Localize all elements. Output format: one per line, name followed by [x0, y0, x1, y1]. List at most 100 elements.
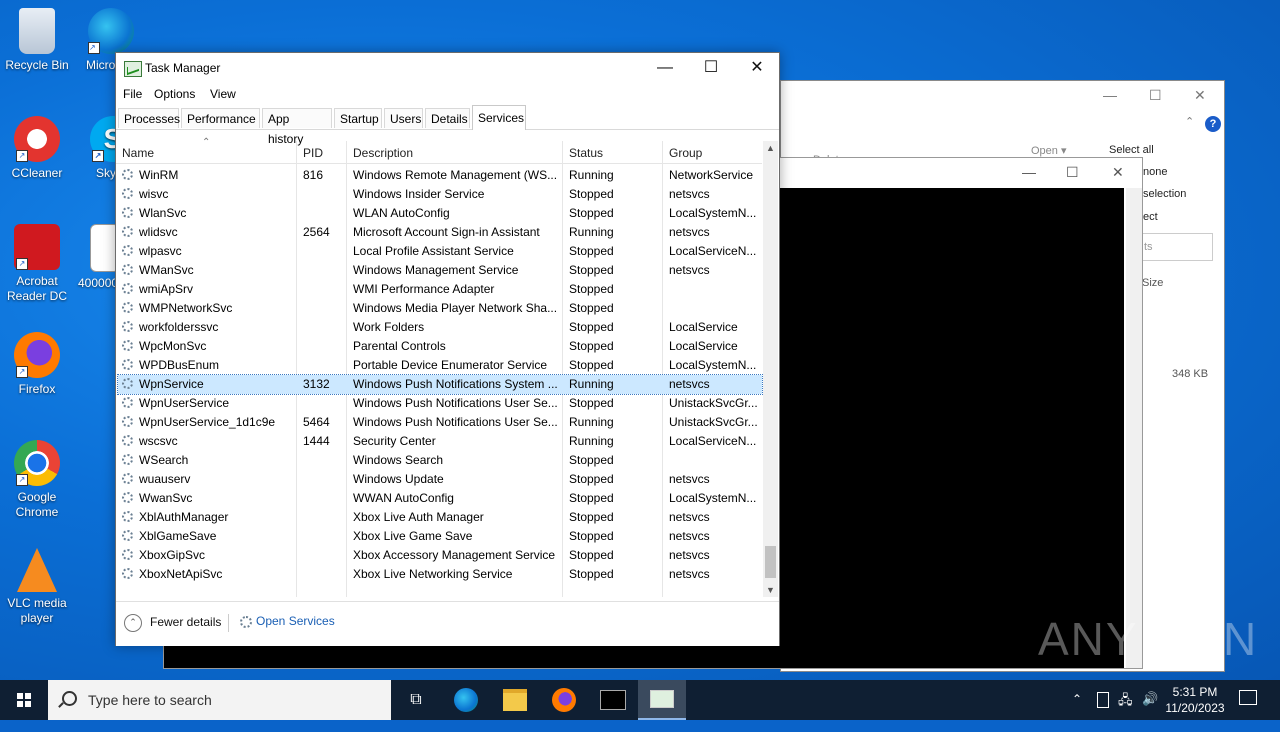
- network-icon[interactable]: 🖧: [1118, 691, 1133, 731]
- select-all-button[interactable]: Select all: [1109, 144, 1154, 156]
- minimize-button[interactable]: —: [642, 53, 688, 83]
- service-gear-icon: [122, 302, 133, 313]
- desktop-icon-firefox[interactable]: ↗ Firefox: [0, 332, 74, 397]
- task-manager-icon: [124, 61, 142, 77]
- table-row[interactable]: workfolderssvc Work Folders Stopped LocalSe…: [118, 318, 762, 337]
- table-row[interactable]: wlidsvc 2564 Microsoft Account Sign-in Ass…: [118, 223, 762, 242]
- table-row[interactable]: XboxGipSvc Xbox Accessory Management Serv…: [118, 546, 762, 565]
- cell-description: Windows Push Notifications System ...: [353, 377, 558, 391]
- table-row[interactable]: XboxNetApiSvc Xbox Live Networking Servic…: [118, 565, 762, 584]
- table-row[interactable]: wmiApSrv WMI Performance Adapter Stopped: [118, 280, 762, 299]
- chrome-icon: ↗: [14, 440, 60, 486]
- menu-options[interactable]: Options: [154, 87, 195, 101]
- cell-name: WwanSvc: [139, 491, 193, 505]
- cell-description: WMI Performance Adapter: [353, 282, 495, 296]
- start-button[interactable]: [0, 680, 48, 720]
- cell-group: LocalServiceN...: [669, 434, 757, 448]
- scroll-up-icon[interactable]: ▲: [763, 143, 778, 153]
- chevron-up-icon[interactable]: ⌃: [1185, 115, 1194, 128]
- close-icon[interactable]: ✕: [1112, 164, 1124, 181]
- title-bar[interactable]: Task Manager — ☐ ✕: [116, 53, 779, 83]
- clock[interactable]: 5:31 PM 11/20/2023: [1160, 684, 1230, 716]
- open-services-link[interactable]: Open Services: [256, 614, 335, 628]
- invert-selection-button[interactable]: selection: [1143, 188, 1186, 200]
- service-gear-icon: [122, 169, 133, 180]
- table-row[interactable]: XblAuthManager Xbox Live Auth Manager Stop…: [118, 508, 762, 527]
- menu-view[interactable]: View: [210, 87, 236, 101]
- table-row[interactable]: WPDBusEnum Portable Device Enumerator Ser…: [118, 356, 762, 375]
- task-view-button[interactable]: ⧉: [392, 680, 440, 720]
- tab-startup[interactable]: Startup: [334, 108, 382, 128]
- tab-users[interactable]: Users: [384, 108, 423, 128]
- cell-group: LocalService: [669, 320, 738, 334]
- column-header-name[interactable]: Name: [122, 146, 154, 160]
- column-header-status[interactable]: Status: [569, 146, 603, 160]
- minimize-icon[interactable]: —: [1022, 164, 1036, 180]
- table-row[interactable]: wscsvc 1444 Security Center Running LocalSer…: [118, 432, 762, 451]
- maximize-button[interactable]: ☐: [688, 53, 734, 83]
- cell-status: Stopped: [569, 301, 614, 315]
- task-manager-window[interactable]: Task Manager — ☐ ✕ File Options View Pro…: [115, 52, 780, 646]
- desktop-icon-label: Firefox: [18, 382, 56, 396]
- desktop-icon-vlc[interactable]: VLC media player: [0, 548, 74, 626]
- services-table[interactable]: Name ⌃ PID Description Status Group WinR…: [116, 137, 778, 597]
- column-header-group[interactable]: Group: [669, 146, 702, 160]
- search-input[interactable]: ts: [1141, 233, 1213, 261]
- select-none-button[interactable]: none: [1143, 166, 1167, 178]
- table-row[interactable]: wuauserv Windows Update Stopped netsvcs: [118, 470, 762, 489]
- menu-file[interactable]: File: [123, 87, 142, 101]
- scroll-down-icon[interactable]: ▼: [763, 585, 778, 595]
- cell-status: Running: [569, 168, 614, 182]
- console-scrollbar[interactable]: [1126, 188, 1142, 668]
- help-icon[interactable]: ?: [1205, 116, 1221, 132]
- size-column-header[interactable]: Size: [1142, 277, 1163, 289]
- maximize-icon[interactable]: ☐: [1149, 87, 1162, 104]
- cell-group: NetworkService: [669, 168, 754, 182]
- table-row[interactable]: WSearch Windows Search Stopped: [118, 451, 762, 470]
- taskbar-search[interactable]: Type here to search: [48, 680, 391, 720]
- desktop-icon-file[interactable]: 400000: [76, 224, 120, 291]
- column-header-pid[interactable]: PID: [303, 146, 323, 160]
- cell-name: WpnUserService_1d1c9e: [139, 415, 276, 429]
- tablet-icon[interactable]: [1097, 692, 1109, 708]
- close-icon[interactable]: ✕: [1194, 87, 1206, 104]
- volume-icon[interactable]: 🔊: [1142, 691, 1158, 731]
- table-row[interactable]: WMPNetworkSvc Windows Media Player Networ…: [118, 299, 762, 318]
- desktop-icon-chrome[interactable]: ↗ Google Chrome: [0, 440, 74, 520]
- tab-details[interactable]: Details: [425, 108, 470, 128]
- table-row[interactable]: WpnUserService_1d1c9e 5464 Windows Push No…: [118, 413, 762, 432]
- column-header-description[interactable]: Description: [353, 146, 413, 160]
- table-row[interactable]: wlpasvc Local Profile Assistant Service St…: [118, 242, 762, 261]
- table-row[interactable]: WpcMonSvc Parental Controls Stopped LocalSe…: [118, 337, 762, 356]
- fewer-details-button[interactable]: ⌃ Fewer details: [124, 614, 221, 632]
- table-row[interactable]: XblGameSave Xbox Live Game Save Stopped net…: [118, 527, 762, 546]
- notification-icon[interactable]: [1239, 690, 1257, 705]
- open-button[interactable]: Open ▾: [1031, 144, 1067, 157]
- minimize-icon[interactable]: —: [1103, 87, 1117, 103]
- taskbar-edge[interactable]: [442, 680, 490, 720]
- taskbar-file-explorer[interactable]: [491, 680, 539, 720]
- scrollbar-thumb[interactable]: [765, 546, 776, 578]
- tab-services[interactable]: Services: [472, 105, 526, 130]
- table-row[interactable]: wisvc Windows Insider Service Stopped netsv…: [118, 185, 762, 204]
- taskbar-task-manager[interactable]: [638, 680, 686, 720]
- table-row[interactable]: WManSvc Windows Management Service Stopped…: [118, 261, 762, 280]
- table-row[interactable]: WwanSvc WWAN AutoConfig Stopped LocalSystem…: [118, 489, 762, 508]
- chevron-up-icon[interactable]: ⌃: [1072, 692, 1082, 732]
- tab-app-history[interactable]: App history: [262, 108, 332, 146]
- taskbar-console[interactable]: [589, 680, 637, 720]
- table-row[interactable]: WpnService 3132 Windows Push Notifications…: [117, 374, 763, 395]
- table-row[interactable]: WinRM 816 Windows Remote Management (WS...…: [118, 166, 762, 185]
- close-button[interactable]: ✕: [734, 53, 780, 83]
- table-row[interactable]: WlanSvc WLAN AutoConfig Stopped LocalSystem…: [118, 204, 762, 223]
- desktop-icon-recycle-bin[interactable]: Recycle Bin: [0, 8, 74, 73]
- cell-group: netsvcs: [669, 510, 710, 524]
- tab-performance[interactable]: Performance: [181, 108, 260, 128]
- tab-processes[interactable]: Processes: [118, 108, 180, 128]
- desktop-icon-acrobat[interactable]: ↗ Acrobat Reader DC: [0, 224, 74, 304]
- maximize-icon[interactable]: ☐: [1066, 164, 1079, 181]
- desktop-icon-ccleaner[interactable]: ↗ CCleaner: [0, 116, 74, 181]
- vertical-scrollbar[interactable]: ▲ ▼: [763, 141, 778, 597]
- table-row[interactable]: WpnUserService Windows Push Notifications…: [118, 394, 762, 413]
- taskbar-firefox[interactable]: [540, 680, 588, 720]
